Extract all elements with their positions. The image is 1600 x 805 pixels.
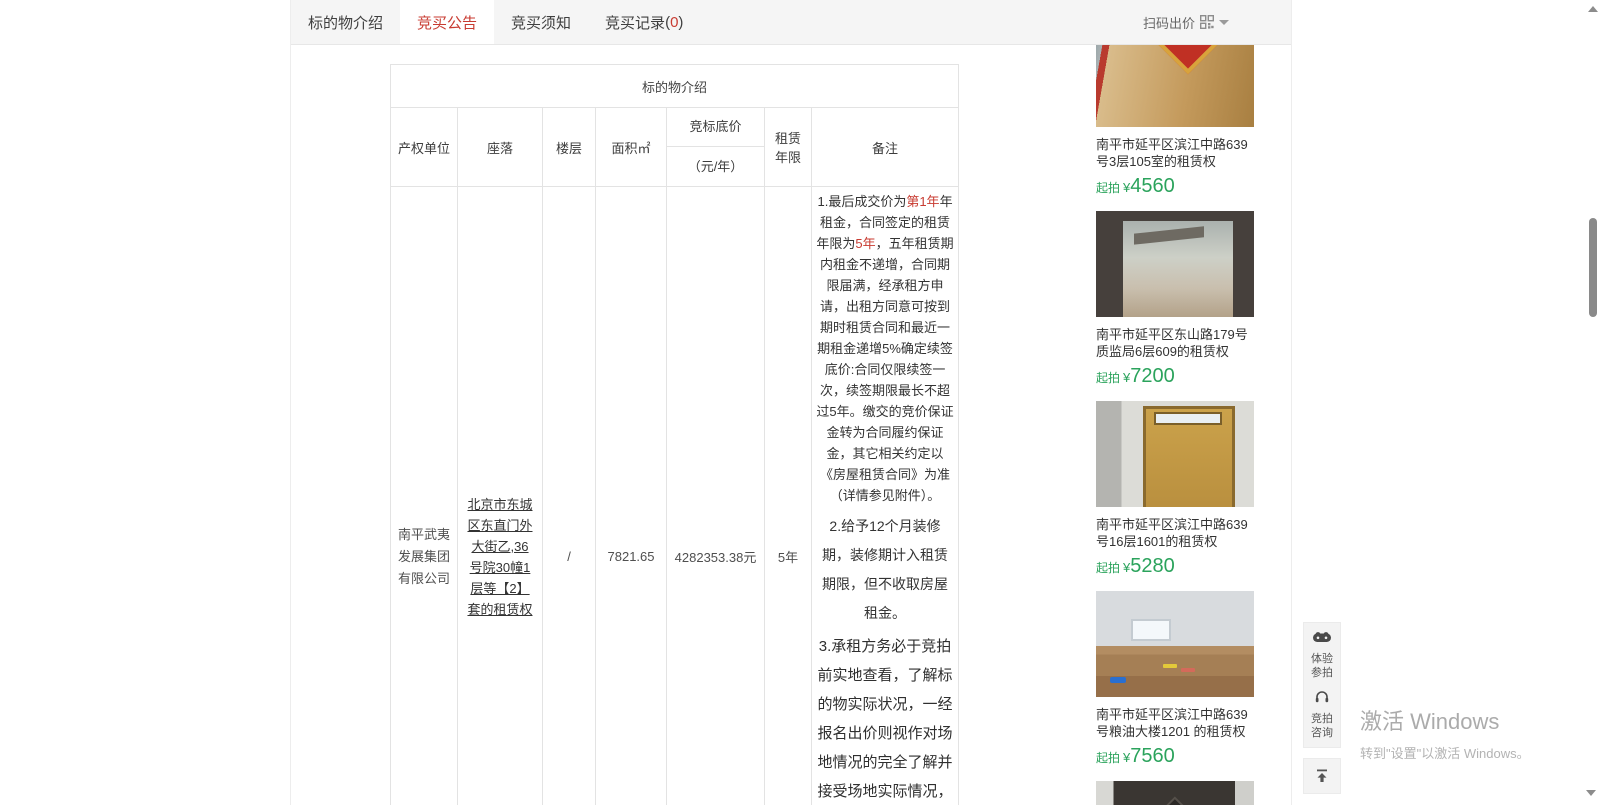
listing-title: 南平市延平区滨江中路639号16层1601的租赁权 [1096, 516, 1254, 550]
auction-consult-button[interactable]: 竞拍咨询 [1310, 689, 1334, 740]
floating-toolbar: 体验参拍竞拍咨询 [1303, 622, 1341, 794]
remark-text: 2.给予12个月装修期，装修期计入租赁期限，但不收取房屋租金。 [822, 518, 948, 621]
col-header-floor: 楼层 [543, 108, 596, 187]
col-header-area: 面积㎡ [596, 108, 667, 187]
listing-item[interactable] [1096, 781, 1254, 805]
watermark-subtitle: 转到"设置"以激活 Windows。 [1360, 743, 1530, 762]
listing-item[interactable]: 南平市延平区滨江中路639号3层105室的租赁权起拍¥4560 [1096, 21, 1254, 199]
cell-owner: 南平武夷发展集团有限公司 [391, 187, 458, 805]
related-listings: 南平市延平区滨江中路639号3层105室的租赁权起拍¥4560南平市延平区东山路… [1096, 21, 1254, 805]
base-price-unit: （元/年） [667, 147, 764, 186]
tab-label: 竞买公告 [417, 12, 477, 33]
headset-icon [1314, 689, 1330, 709]
price-value: 7560 [1130, 745, 1175, 767]
empty-room-image [1096, 591, 1254, 697]
remark-text: 第1年 [906, 194, 939, 209]
listing-price: 起拍¥4560 [1096, 175, 1254, 199]
listing-price: 起拍¥5280 [1096, 555, 1254, 579]
windows-activation-watermark: 激活 Windows 转到"设置"以激活 Windows。 [1360, 704, 1530, 762]
price-value: 4560 [1130, 175, 1175, 197]
yellow-door-transom-image [1096, 401, 1254, 507]
price-value: 7200 [1130, 365, 1175, 387]
tab-label: 标的物介绍 [308, 12, 383, 33]
lease-term-line1: 租赁 [765, 128, 811, 147]
col-header-location: 座落 [458, 108, 543, 187]
dark-doorway-room-image [1096, 211, 1254, 317]
starting-price-label: 起拍 [1096, 561, 1120, 575]
listing-title: 南平市延平区滨江中路639号粮油大楼1201 的租赁权 [1096, 706, 1254, 740]
lot-detail-table: 标的物介绍 产权单位 座落 楼层 面积㎡ 竞标底价 （元/年） 租赁 年限 备注… [390, 64, 959, 805]
base-price-title: 竞标底价 [667, 108, 764, 147]
starting-price-label: 起拍 [1096, 751, 1120, 765]
listing-item[interactable]: 南平市延平区东山路179号质监局6层609的租赁权起拍¥7200 [1096, 211, 1254, 389]
remark-text: 1.最后成交价为 [817, 194, 906, 209]
experience-bid-button[interactable]: 体验参拍 [1310, 630, 1334, 680]
starting-price-label: 起拍 [1096, 371, 1120, 385]
scan-to-bid-label: 扫码出价 [1143, 13, 1195, 32]
remark-text: ，五年租赁期内租金不递增，合同期限届满，经承租方申请，出租方同意可按到期时租赁合… [816, 236, 953, 503]
scrollbar-up-arrow[interactable] [1588, 6, 1598, 12]
scrollbar-down-arrow[interactable] [1586, 790, 1596, 796]
starting-price-label: 起拍 [1096, 181, 1120, 195]
tab-count: 0 [670, 14, 678, 31]
remarks-content: 1.最后成交价为第1年年租金，合同签定的租赁年限为5年，五年租赁期内租金不递增，… [816, 191, 954, 805]
tab-bar: 标的物介绍 竞买公告 竞买须知竞买记录 ( 0 ) [291, 0, 1291, 45]
cell-floor: / [543, 187, 596, 805]
listing-item[interactable]: 南平市延平区滨江中路639号粮油大楼1201 的租赁权起拍¥7560 [1096, 591, 1254, 769]
float-tool-box: 体验参拍竞拍咨询 [1303, 622, 1341, 748]
scrollbar-thumb[interactable] [1589, 218, 1597, 317]
listing-price: 起拍¥7560 [1096, 745, 1254, 769]
listing-title: 南平市延平区东山路179号质监局6层609的租赁权 [1096, 326, 1254, 360]
remark-paragraph: 2.给予12个月装修期，装修期计入租赁期限，但不收取房屋租金。 [816, 512, 954, 628]
col-header-remarks: 备注 [812, 108, 959, 187]
cell-remarks: 1.最后成交价为第1年年租金，合同签定的租赁年限为5年，五年租赁期内租金不递增，… [812, 187, 959, 805]
gamepad-icon [1312, 630, 1332, 649]
tab-2[interactable]: 竞买公告 [400, 0, 494, 44]
content-card: 标的物介绍 竞买公告 竞买须知竞买记录 ( 0 ) 扫码出价 标的物介绍 产权单位 … [290, 0, 1292, 805]
tab-list: 标的物介绍 竞买公告 竞买须知竞买记录 ( 0 ) [291, 0, 700, 44]
float-tool-label: 竞拍咨询 [1310, 712, 1334, 740]
remark-text: 3.承租方务必于竞拍前实地查看，了解标的物实际状况，一经报名出价则视作对场地情况… [818, 638, 953, 805]
lease-term-line2: 年限 [765, 147, 811, 166]
back-to-top-icon [1314, 768, 1330, 784]
price-value: 5280 [1130, 555, 1175, 577]
listing-item[interactable]: 南平市延平区滨江中路639号16层1601的租赁权起拍¥5280 [1096, 401, 1254, 579]
col-header-base-price: 竞标底价 （元/年） [667, 108, 765, 187]
cell-area: 7821.65 [596, 187, 667, 805]
listing-price: 起拍¥7200 [1096, 365, 1254, 389]
remark-paragraph: 3.承租方务必于竞拍前实地查看，了解标的物实际状况，一经报名出价则视作对场地情况… [816, 632, 954, 805]
cell-base-price: 4282353.38元 [667, 187, 765, 805]
back-to-top-button[interactable] [1303, 758, 1341, 794]
tab-4[interactable]: 竞买记录 ( 0 ) [588, 0, 700, 44]
watermark-title: 激活 Windows [1360, 704, 1530, 736]
dark-door-partial-image [1096, 781, 1254, 805]
table-title: 标的物介绍 [391, 65, 959, 108]
listing-title: 南平市延平区滨江中路639号3层105室的租赁权 [1096, 136, 1254, 170]
float-tool-label: 体验参拍 [1310, 652, 1334, 680]
col-header-lease-term: 租赁 年限 [765, 108, 812, 187]
location-link[interactable]: 北京市东城区东直门外大街乙,36号院30幢1层等【2】套的租赁权 [467, 497, 532, 617]
remark-paragraph: 1.最后成交价为第1年年租金，合同签定的租赁年限为5年，五年租赁期内租金不递增，… [816, 191, 954, 506]
col-header-owner: 产权单位 [391, 108, 458, 187]
qr-code-icon [1200, 15, 1214, 29]
tab-label: 竞买记录 [605, 12, 665, 33]
cell-lease-term: 5年 [765, 187, 812, 805]
scan-to-bid-button[interactable]: 扫码出价 [1143, 0, 1229, 44]
tab-3[interactable]: 竞买须知 [494, 0, 588, 44]
tab-label: 竞买须知 [511, 12, 571, 33]
cell-location: 北京市东城区东直门外大街乙,36号院30幢1层等【2】套的租赁权 [458, 187, 543, 805]
chevron-down-icon [1219, 20, 1229, 30]
tab-1[interactable]: 标的物介绍 [291, 0, 400, 44]
tab-count-close: ) [678, 14, 683, 31]
remark-text: 5年 [855, 236, 875, 251]
